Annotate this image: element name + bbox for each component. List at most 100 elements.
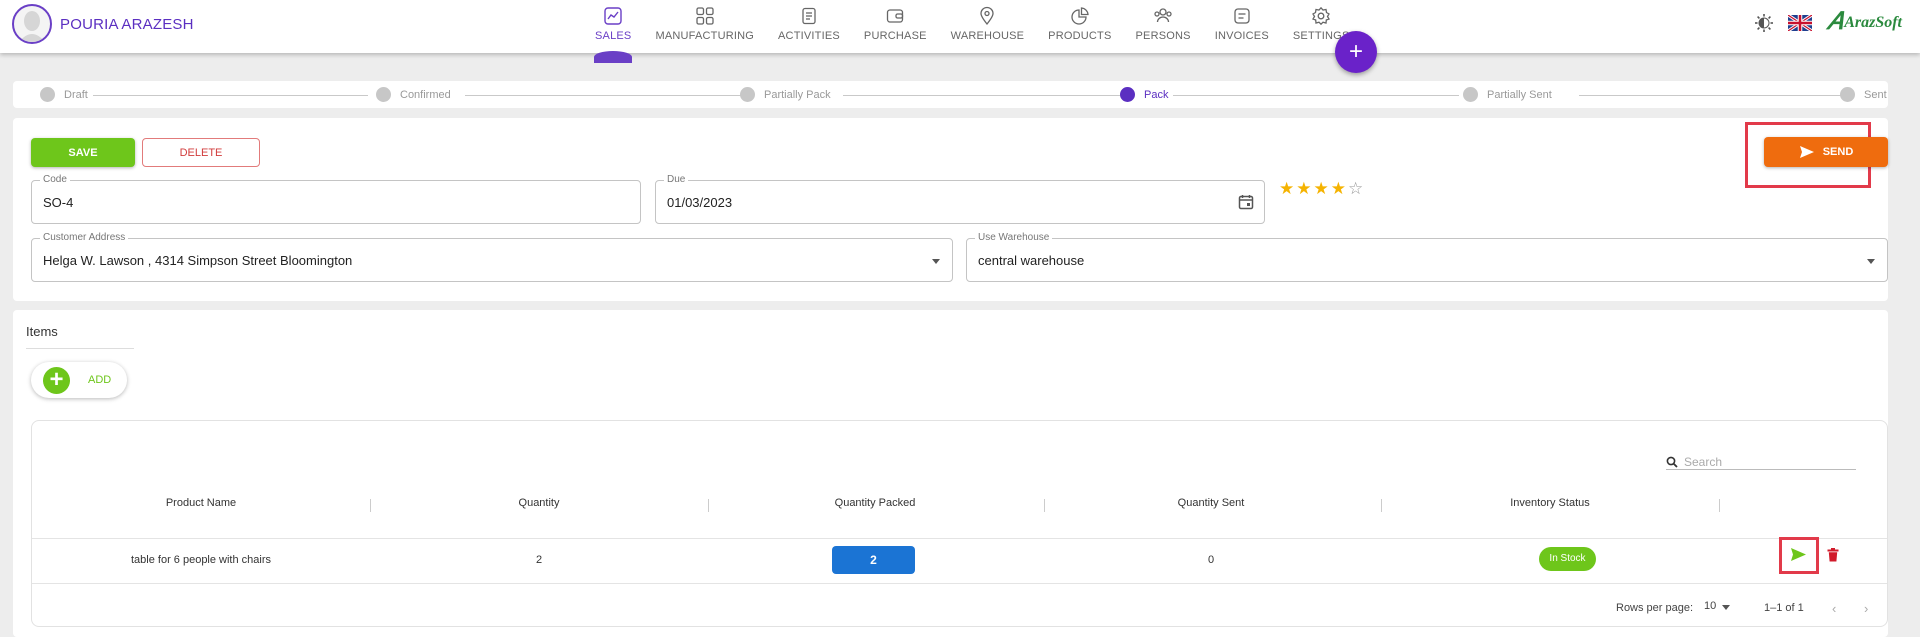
user-profile[interactable]: POURIA ARAZESH (12, 4, 194, 44)
activities-icon (802, 7, 816, 25)
step-dot (1463, 87, 1478, 102)
step-connector (465, 95, 742, 96)
customer-address-label: Customer Address (40, 232, 129, 243)
top-bar: POURIA ARAZESH SALES MANUFACTURING ACTIV… (0, 0, 1920, 53)
plus-circle-icon: + (43, 366, 70, 394)
customer-address-select[interactable]: Customer Address Helga W. Lawson , 4314 … (31, 232, 953, 282)
chevron-down-icon[interactable] (932, 259, 940, 264)
warehouse-label: Use Warehouse (975, 232, 1053, 243)
brand-logo: 𝐴 ArazSoft (1826, 9, 1902, 36)
star-icon[interactable]: ★ (1314, 180, 1329, 197)
rows-per-page-value: 10 (1704, 600, 1717, 612)
nav-warehouse[interactable]: WAREHOUSE (951, 0, 1025, 53)
next-page-button[interactable]: › (1864, 601, 1868, 616)
step-label: Draft (64, 88, 88, 101)
step-label: Partially Sent (1487, 88, 1552, 101)
nav-products[interactable]: PRODUCTS (1048, 0, 1111, 53)
avatar[interactable] (12, 4, 52, 44)
main-nav: SALES MANUFACTURING ACTIVITIES PURCHASE (583, 0, 1361, 53)
search-input[interactable]: Search (1666, 454, 1856, 470)
column-header-inventory-status[interactable]: Inventory Status (1381, 497, 1719, 509)
items-title-divider (26, 348, 134, 349)
user-name: POURIA ARAZESH (60, 15, 194, 33)
customer-address-value: Helga W. Lawson , 4314 Simpson Street Bl… (43, 253, 353, 268)
step-partially-pack[interactable]: Partially Pack (740, 87, 831, 102)
row-delete-button[interactable] (1827, 548, 1839, 565)
code-label: Code (40, 174, 70, 185)
prev-page-button[interactable]: ‹ (1832, 601, 1836, 616)
due-label: Due (664, 174, 689, 185)
warehouse-select[interactable]: Use Warehouse central warehouse (966, 232, 1888, 282)
step-pack[interactable]: Pack (1120, 87, 1168, 102)
table-divider (32, 538, 1887, 539)
settings-icon (1312, 6, 1331, 26)
table-divider (32, 583, 1887, 584)
step-connector (1579, 95, 1848, 96)
search-placeholder: Search (1684, 454, 1723, 469)
column-header-quantity-sent[interactable]: Quantity Sent (1044, 497, 1378, 509)
add-fab-button[interactable]: + (1335, 31, 1377, 73)
column-header-quantity[interactable]: Quantity (370, 497, 708, 509)
status-stepper: Draft Confirmed Partially Pack Pack Part… (13, 81, 1888, 108)
cell-product-name: table for 6 people with chairs (130, 554, 272, 566)
add-item-label: ADD (88, 374, 112, 386)
cell-quantity: 2 (535, 554, 543, 566)
nav-label: SALES (595, 30, 632, 42)
nav-label: MANUFACTURING (655, 30, 755, 42)
step-confirmed[interactable]: Confirmed (376, 87, 451, 102)
nav-activities[interactable]: ACTIVITIES (778, 0, 840, 53)
theme-toggle-icon[interactable] (1754, 13, 1774, 33)
step-dot (40, 87, 55, 102)
arazsoft-logo-icon: 𝐴 (1826, 9, 1843, 35)
chevron-down-icon (1722, 604, 1731, 610)
due-value: 01/03/2023 (667, 195, 733, 210)
step-label: Confirmed (400, 88, 451, 101)
star-outline-icon[interactable]: ☆ (1348, 180, 1363, 197)
due-date-field[interactable]: Due 01/03/2023 (655, 174, 1265, 224)
send-button[interactable]: SEND (1764, 137, 1888, 167)
step-connector (843, 95, 1120, 96)
step-dot (1120, 87, 1135, 102)
nav-invoices[interactable]: INVOICES (1215, 0, 1269, 53)
step-sent[interactable]: Sent (1840, 87, 1887, 102)
code-field[interactable]: Code SO-4 (31, 174, 641, 224)
nav-label: PERSONS (1135, 30, 1191, 42)
rows-per-page-select[interactable]: 10 (1704, 600, 1731, 612)
send-label: SEND (1822, 146, 1854, 158)
column-header-quantity-packed[interactable]: Quantity Packed (708, 497, 1042, 509)
save-button[interactable]: SAVE (31, 138, 135, 167)
step-dot (376, 87, 391, 102)
persons-icon (1154, 8, 1172, 23)
quantity-packed-button[interactable]: 2 (832, 546, 915, 574)
sales-icon (604, 7, 622, 25)
status-badge: In Stock (1539, 547, 1596, 571)
nav-purchase[interactable]: PURCHASE (864, 0, 927, 53)
row-send-button[interactable] (1790, 547, 1807, 565)
step-label: Partially Pack (764, 88, 831, 101)
star-icon[interactable]: ★ (1279, 180, 1294, 197)
nav-label: ACTIVITIES (778, 30, 840, 42)
calendar-icon[interactable] (1238, 194, 1254, 210)
delete-button[interactable]: DELETE (142, 138, 260, 167)
rating-stars[interactable]: ★ ★ ★ ★ ☆ (1279, 180, 1363, 197)
step-connector (93, 95, 368, 96)
column-header-product-name[interactable]: Product Name (32, 497, 370, 509)
star-icon[interactable]: ★ (1296, 180, 1311, 197)
chevron-down-icon[interactable] (1867, 259, 1875, 264)
nav-label: PURCHASE (863, 30, 927, 42)
items-card: Items + ADD Search Product Name Quantity… (13, 310, 1888, 637)
add-item-button[interactable]: + ADD (31, 362, 127, 398)
star-icon[interactable]: ★ (1331, 180, 1346, 197)
step-connector (1173, 95, 1459, 96)
search-icon (1666, 456, 1678, 468)
nav-sales[interactable]: SALES (595, 0, 631, 53)
items-table: Search Product Name Quantity Quantity Pa… (31, 420, 1888, 627)
warehouse-value: central warehouse (978, 253, 1085, 268)
products-icon (1071, 7, 1089, 25)
step-partially-sent[interactable]: Partially Sent (1463, 87, 1552, 102)
nav-persons[interactable]: PERSONS (1136, 0, 1191, 53)
step-draft[interactable]: Draft (40, 87, 88, 102)
items-title: Items (26, 324, 58, 339)
uk-flag-icon[interactable] (1788, 14, 1813, 31)
nav-manufacturing[interactable]: MANUFACTURING (655, 0, 754, 53)
